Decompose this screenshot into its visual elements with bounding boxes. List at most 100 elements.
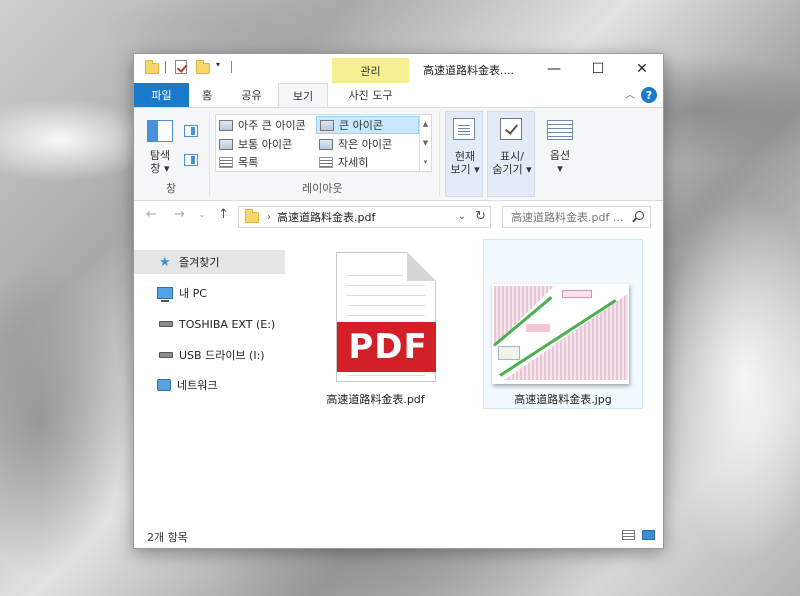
options-label-1: 옵션 [549, 149, 571, 162]
group-separator [209, 112, 210, 196]
nav-item-toshiba-drive[interactable]: TOSHIBA EXT (E:) [134, 312, 285, 336]
layout-medium-icons[interactable]: 보통 아이콘 [216, 135, 316, 153]
nav-item-this-pc[interactable]: 내 PC [134, 281, 285, 305]
star-icon: ★ [159, 254, 171, 270]
thumbnail-header [562, 290, 592, 298]
expand-gallery-icon[interactable]: ▾ [420, 153, 431, 172]
page-fold-icon [407, 252, 436, 281]
layout-item-label: 큰 아이콘 [339, 119, 383, 132]
search-icon[interactable] [635, 211, 644, 220]
file-item-jpg[interactable]: 高速道路料金表.jpg [483, 239, 643, 409]
tab-file[interactable]: 파일 [134, 83, 189, 107]
help-icon[interactable]: ? [641, 87, 657, 103]
nav-item-quick-access[interactable]: ★ 즐겨찾기 [134, 250, 285, 274]
maximize-button[interactable]: ☐ [576, 54, 620, 83]
details-view-icon[interactable] [622, 530, 635, 540]
show-hide-button[interactable]: 표시/ 숨기기 ▾ [487, 111, 535, 197]
current-view-label-2: 보기 ▾ [450, 163, 480, 176]
collapse-ribbon-icon[interactable]: ︿ [625, 86, 635, 101]
current-view-icon [453, 118, 475, 140]
details-icon [319, 156, 333, 168]
pdf-badge: PDF [337, 322, 436, 372]
large-icons-icon [320, 119, 334, 131]
window-title: 高速道路料金表.... [423, 64, 514, 77]
back-arrow-icon[interactable]: ← [146, 207, 157, 222]
breadcrumb-chevron-icon[interactable]: › [267, 212, 271, 223]
address-bar[interactable]: › 高速道路料金表.pdf ⌄ ↻ [238, 206, 491, 228]
drive-icon [159, 321, 173, 327]
preview-pane-icon[interactable] [184, 125, 198, 137]
navigation-pane-label-1: 탐색 [149, 149, 171, 162]
layout-list[interactable]: 목록 [216, 153, 316, 171]
tab-picture-tools[interactable]: 사진 도구 [332, 83, 409, 107]
drive-icon [159, 352, 173, 358]
navigation-pane-button[interactable]: 탐색 창 ▾ [142, 149, 178, 175]
nav-item-label: USB 드라이브 (I:) [179, 349, 265, 362]
folder-icon [145, 60, 159, 74]
properties-icon[interactable] [175, 60, 187, 74]
status-bar: 2개 항목 [134, 521, 663, 548]
extra-large-icons-icon [219, 119, 233, 131]
separator [165, 61, 166, 73]
options-button[interactable]: 옵션 ▾ [539, 149, 581, 175]
file-explorer-window: ▾ 관리 高速道路料金表.... — ☐ ✕ 파일 홈 공유 보기 사진 도구 … [133, 53, 664, 549]
network-icon [157, 379, 171, 391]
address-path: 高速道路料金表.pdf [277, 211, 376, 224]
new-folder-icon[interactable] [196, 60, 210, 74]
title-bar: ▾ 관리 高速道路料金表.... — ☐ ✕ [134, 54, 663, 83]
show-hide-icon [500, 118, 522, 140]
layout-gallery-scroller[interactable]: ▲ ▼ ▾ [420, 114, 432, 172]
show-hide-label-1: 표시/ [500, 150, 524, 163]
address-dropdown-icon[interactable]: ⌄ [458, 211, 466, 222]
file-item-pdf[interactable]: PDF 高速道路料金表.pdf [312, 239, 439, 409]
layout-item-label: 보통 아이콘 [238, 138, 293, 151]
tab-view[interactable]: 보기 [278, 83, 328, 107]
layout-item-label: 아주 큰 아이콘 [238, 119, 306, 132]
computer-icon [157, 287, 173, 302]
layout-details[interactable]: 자세히 [316, 153, 419, 171]
navigation-pane: ★ 즐겨찾기 내 PC TOSHIBA EXT (E:) USB 드라이브 (I… [134, 231, 287, 521]
refresh-icon[interactable]: ↻ [475, 209, 486, 224]
nav-item-label: 내 PC [179, 287, 207, 300]
current-view-label-1: 현재 [454, 150, 476, 163]
pane-group-label: 창 [166, 182, 177, 195]
options-icon[interactable] [547, 120, 573, 140]
file-name: 高速道路料金表.jpg [514, 393, 612, 406]
small-icons-icon [319, 138, 333, 150]
address-row: ← → ⌄ ↑ › 高速道路料金表.pdf ⌄ ↻ 高速道路料金表.pdf ..… [134, 201, 663, 231]
scroll-up-icon[interactable]: ▲ [420, 115, 431, 134]
scroll-down-icon[interactable]: ▼ [420, 134, 431, 153]
image-thumbnail [492, 284, 629, 384]
thumbnail-legend [498, 346, 520, 360]
navigation-pane-icon[interactable] [147, 120, 173, 142]
file-list: PDF 高速道路料金表.pdf 高速道路料金表.jpg [287, 231, 663, 521]
layout-large-icons[interactable]: 큰 아이콘 [316, 116, 419, 134]
minimize-button[interactable]: — [532, 54, 576, 83]
close-button[interactable]: ✕ [620, 54, 664, 83]
ribbon-view: 탐색 창 ▾ 창 아주 큰 아이콘 큰 아이콘 보통 아이콘 작은 아이콘 목록… [134, 107, 663, 201]
layout-item-label: 목록 [238, 156, 259, 169]
details-pane-icon[interactable] [184, 154, 198, 166]
recent-locations-icon[interactable]: ⌄ [198, 210, 206, 220]
forward-arrow-icon[interactable]: → [174, 207, 185, 222]
show-hide-label-2: 숨기기 ▾ [492, 163, 532, 176]
manage-context-tab[interactable]: 관리 [332, 58, 409, 83]
tab-home[interactable]: 홈 [189, 83, 225, 107]
layout-small-icons[interactable]: 작은 아이콘 [316, 135, 419, 153]
current-view-button[interactable]: 현재 보기 ▾ [445, 111, 483, 197]
nav-item-label: TOSHIBA EXT (E:) [179, 317, 276, 331]
separator [231, 61, 232, 73]
up-arrow-icon[interactable]: ↑ [218, 207, 229, 222]
ribbon-tab-row: 파일 홈 공유 보기 사진 도구 ︿ ? [134, 83, 663, 107]
nav-item-usb-drive[interactable]: USB 드라이브 (I:) [134, 343, 285, 367]
layout-group-label: 레이아웃 [302, 182, 343, 195]
search-input[interactable]: 高速道路料金表.pdf ... [502, 206, 651, 228]
nav-item-network[interactable]: 네트워크 [134, 373, 285, 397]
customize-quick-access-icon[interactable]: ▾ [216, 60, 220, 69]
search-placeholder: 高速道路料金表.pdf ... [511, 211, 624, 224]
layout-extra-large-icons[interactable]: 아주 큰 아이콘 [216, 116, 316, 134]
tab-share[interactable]: 공유 [225, 83, 278, 107]
medium-icons-icon [219, 138, 233, 150]
list-icon [219, 156, 233, 168]
large-icons-view-icon[interactable] [642, 530, 655, 540]
